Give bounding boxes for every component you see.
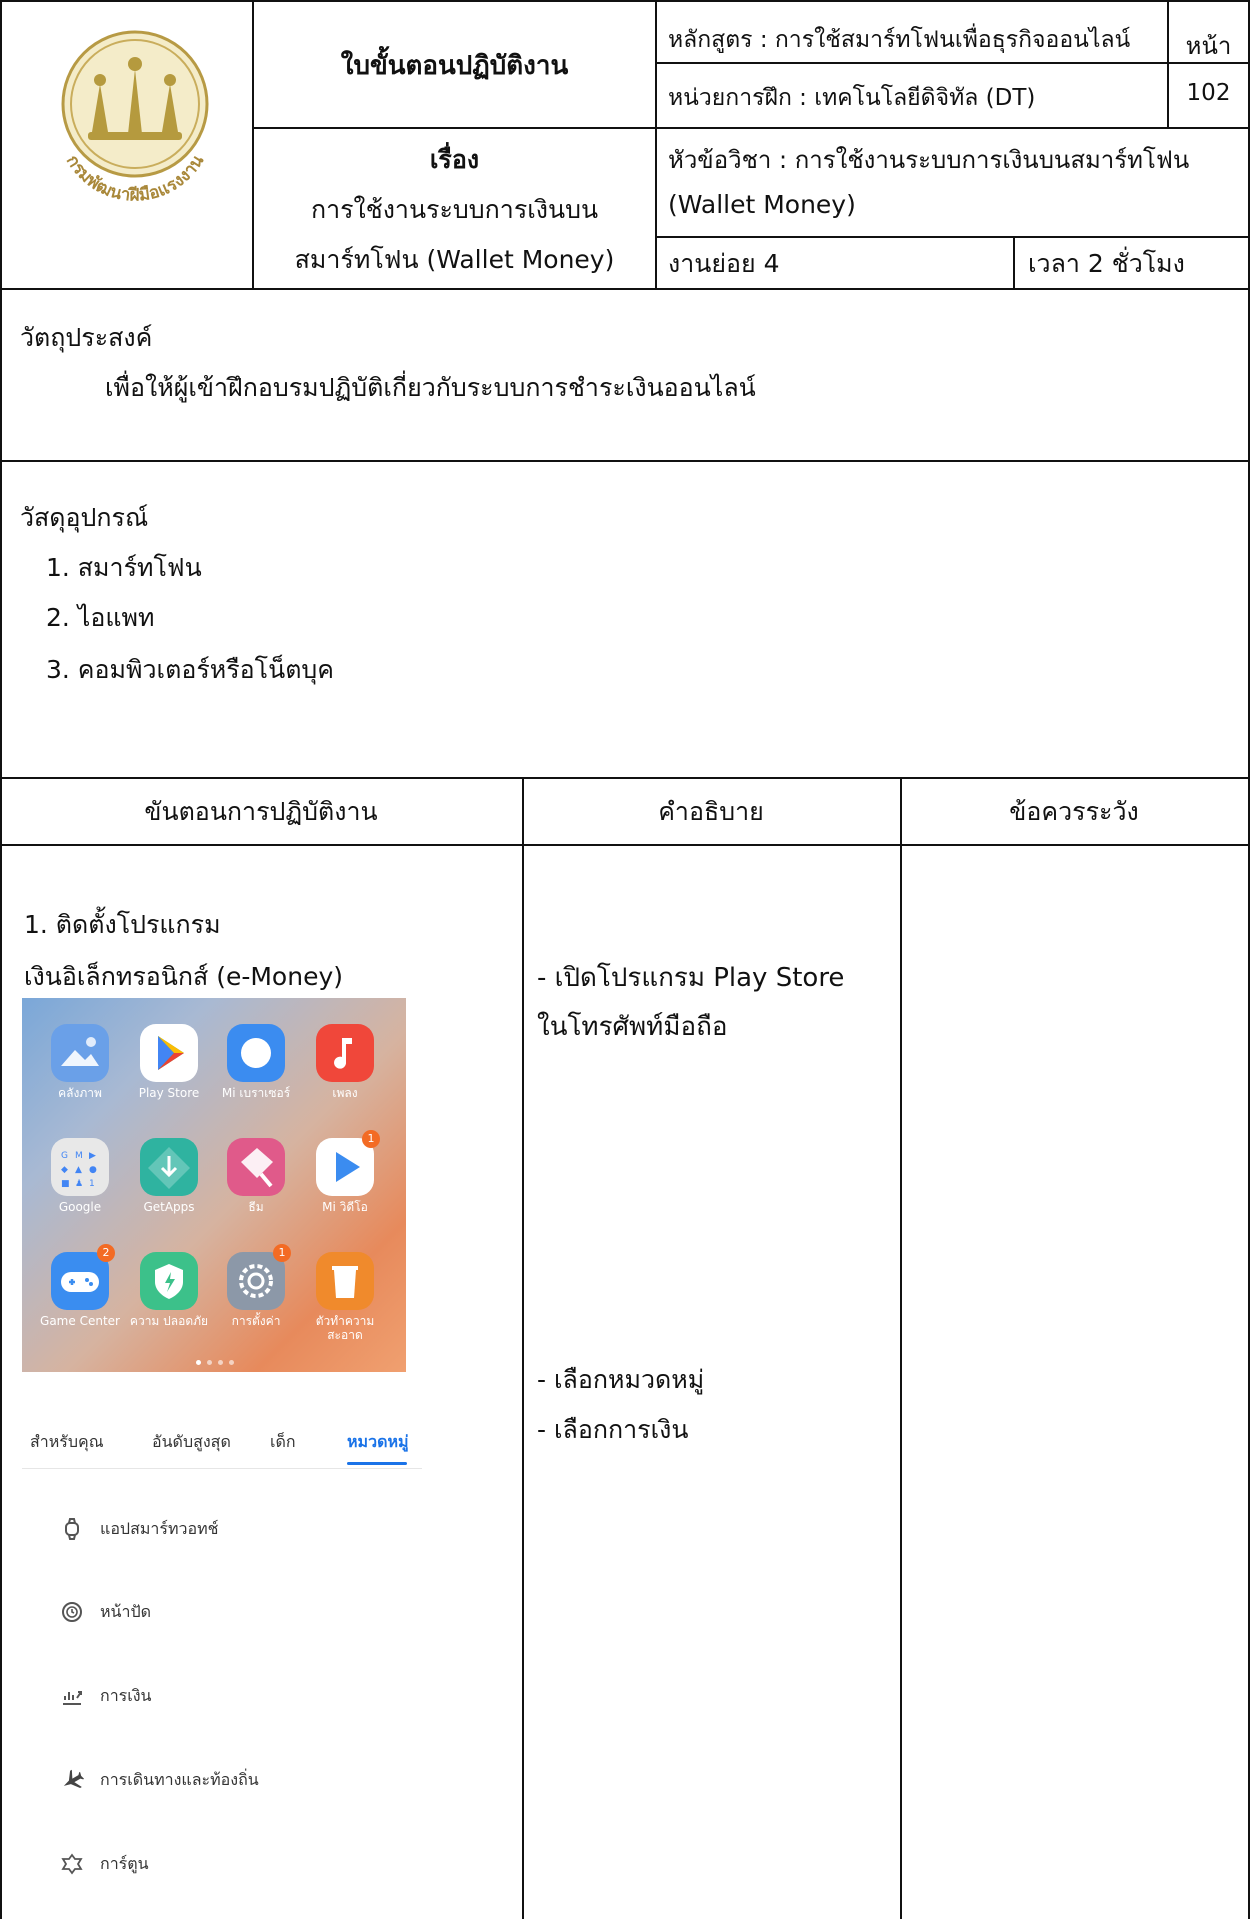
music-icon bbox=[316, 1024, 374, 1082]
topic-line-2: (Wallet Money) bbox=[668, 190, 856, 219]
step-title-line-1: 1. ติดตั้งโปรแกรม bbox=[24, 910, 221, 939]
security-icon bbox=[140, 1252, 198, 1310]
app-security[interactable]: ความ ปลอดภัย bbox=[125, 1252, 213, 1328]
app-settings[interactable]: 1 การตั้งค่า bbox=[212, 1244, 300, 1328]
material-item: 2. ไอแพท bbox=[46, 603, 155, 632]
settings-icon: 1 bbox=[227, 1244, 291, 1310]
app-label: ความ ปลอดภัย bbox=[129, 1314, 209, 1328]
svg-text:●: ● bbox=[89, 1165, 97, 1175]
getapps-icon bbox=[140, 1138, 198, 1196]
app-video[interactable]: 1 Mi วิดีโอ bbox=[301, 1130, 389, 1214]
browser-icon bbox=[227, 1024, 285, 1082]
app-play-store[interactable]: Play Store bbox=[125, 1024, 213, 1100]
step-description: - เลือกหมวดหมู่ bbox=[537, 1365, 705, 1394]
app-gallery[interactable]: คลังภาพ bbox=[36, 1024, 124, 1100]
course-name: หลักสูตร : การใช้สมาร์ทโฟนเพื่อธุรกิจออน… bbox=[668, 27, 1131, 53]
app-label: ตัวทำความ สะอาด bbox=[315, 1314, 375, 1342]
page-number: 102 bbox=[1186, 80, 1231, 106]
column-header-caution: ข้อควรระวัง bbox=[1009, 797, 1139, 826]
column-header-steps: ขันตอนการปฏิบัติงาน bbox=[144, 797, 378, 826]
themes-icon bbox=[227, 1138, 285, 1196]
app-browser[interactable]: Mi เบราเซอร์ bbox=[212, 1024, 300, 1100]
app-cleaner[interactable]: ตัวทำความ สะอาด bbox=[301, 1252, 389, 1342]
app-label: เพลง bbox=[332, 1086, 358, 1100]
category-label: การเดินทางและท้องถิ่น bbox=[100, 1770, 259, 1789]
app-label: Google bbox=[58, 1200, 102, 1214]
svg-text:1: 1 bbox=[89, 1179, 95, 1189]
app-label: Mi วิดีโอ bbox=[322, 1200, 368, 1214]
game-center-icon: 2 bbox=[51, 1244, 115, 1310]
app-music[interactable]: เพลง bbox=[301, 1024, 389, 1100]
column-header-description: คำอธิบาย bbox=[658, 797, 764, 826]
step-description: ในโทรศัพท์มือถือ bbox=[537, 1012, 728, 1042]
subtask-label: งานย่อย 4 bbox=[668, 249, 780, 278]
subject-label: เรื่อง bbox=[429, 145, 480, 174]
page-label: หน้า bbox=[1185, 32, 1232, 60]
play-store-icon bbox=[140, 1024, 198, 1082]
subject-line-2: สมาร์ทโฟน (Wallet Money) bbox=[294, 245, 615, 274]
svg-text:▶: ▶ bbox=[89, 1151, 96, 1161]
app-label: Game Center bbox=[40, 1314, 120, 1328]
topic-line-1: หัวข้อวิชา : การใช้งานระบบการเงินบนสมาร์… bbox=[668, 146, 1190, 174]
subject-line-1: การใช้งานระบบการเงินบน bbox=[310, 195, 599, 224]
material-item: 3. คอมพิวเตอร์หรือโน็ตบุค bbox=[46, 655, 335, 684]
app-label: การตั้งค่า bbox=[231, 1314, 281, 1328]
airplane-icon bbox=[63, 1769, 84, 1789]
svg-text:G: G bbox=[61, 1151, 68, 1161]
app-themes[interactable]: ธีม bbox=[212, 1138, 300, 1214]
duration-label: เวลา 2 ชั่วโมง bbox=[1028, 249, 1185, 278]
video-icon: 1 bbox=[316, 1130, 380, 1196]
watch-icon bbox=[65, 1518, 79, 1540]
department-logo: กรมพัฒนาฝีมือแรงงาน bbox=[30, 14, 240, 224]
step-description: - เลือกการเงิน bbox=[537, 1415, 689, 1444]
notification-badge: 2 bbox=[97, 1244, 115, 1262]
svg-text:▲: ▲ bbox=[75, 1165, 82, 1175]
category-label: หน้าปัด bbox=[100, 1602, 152, 1621]
objective-heading: วัตถุประสงค์ bbox=[20, 323, 153, 352]
svg-text:◆: ◆ bbox=[61, 1165, 68, 1175]
app-label: GetApps bbox=[143, 1200, 195, 1214]
cleaner-icon bbox=[316, 1252, 374, 1310]
gallery-icon bbox=[51, 1024, 109, 1082]
app-label: คลังภาพ bbox=[58, 1086, 102, 1100]
sheet-title: ใบขั้นตอนปฏิบัติงาน bbox=[340, 51, 569, 81]
step-title-line-2: เงินอิเล็กทรอนิกส์ (e-Money) bbox=[24, 962, 344, 991]
tab-for-you[interactable]: สำหรับคุณ bbox=[30, 1430, 104, 1455]
tab-top-charts[interactable]: อันดับสูงสุด bbox=[152, 1430, 231, 1455]
tab-kids[interactable]: เด็ก bbox=[270, 1430, 296, 1455]
page-indicator bbox=[196, 1350, 240, 1369]
app-getapps[interactable]: GetApps bbox=[125, 1138, 213, 1214]
comics-icon bbox=[61, 1853, 83, 1875]
notification-badge: 1 bbox=[273, 1244, 291, 1262]
category-label: แอปสมาร์ทวอทช์ bbox=[100, 1519, 219, 1538]
training-module: หน่วยการฝึก : เทคโนโลยีดิจิทัล (DT) bbox=[668, 85, 1036, 111]
app-game-center[interactable]: 2 Game Center bbox=[36, 1244, 124, 1328]
category-label: การ์ตูน bbox=[100, 1854, 149, 1873]
active-tab-indicator bbox=[347, 1462, 407, 1465]
google-folder-icon: G M ▶ ◆ ▲ ● ■ ♟ 1 bbox=[51, 1138, 109, 1196]
svg-text:♟: ♟ bbox=[75, 1179, 83, 1189]
materials-heading: วัสดุอุปกรณ์ bbox=[20, 503, 149, 532]
svg-text:M: M bbox=[75, 1151, 83, 1161]
tab-categories[interactable]: หมวดหมู่ bbox=[347, 1430, 409, 1455]
app-google-folder[interactable]: G M ▶ ◆ ▲ ● ■ ♟ 1 Google bbox=[36, 1138, 124, 1214]
watch-face-icon bbox=[62, 1602, 82, 1622]
svg-text:■: ■ bbox=[61, 1179, 70, 1189]
app-label: Mi เบราเซอร์ bbox=[221, 1086, 291, 1100]
app-label: ธีม bbox=[248, 1200, 264, 1214]
notification-badge: 1 bbox=[362, 1130, 380, 1148]
category-label: การเงิน bbox=[100, 1686, 152, 1705]
phone-home-screenshot: คลังภาพ Play Store Mi เบราเซอร์ เพลง G M ▶ ◆ ▲ ● ■… bbox=[22, 998, 406, 1372]
objective-text: เพื่อให้ผู้เข้าฝึกอบรมปฏิบัติเกี่ยวกับระ… bbox=[105, 373, 756, 402]
store-tab-bar: สำหรับคุณ อันดับสูงสุด เด็ก หมวดหมู่ bbox=[22, 1422, 422, 1472]
material-item: 1. สมาร์ทโฟน bbox=[46, 553, 202, 582]
step-description: - เปิดโปรแกรม Play Store bbox=[537, 963, 845, 993]
finance-icon bbox=[63, 1691, 82, 1705]
app-label: Play Store bbox=[138, 1086, 200, 1100]
